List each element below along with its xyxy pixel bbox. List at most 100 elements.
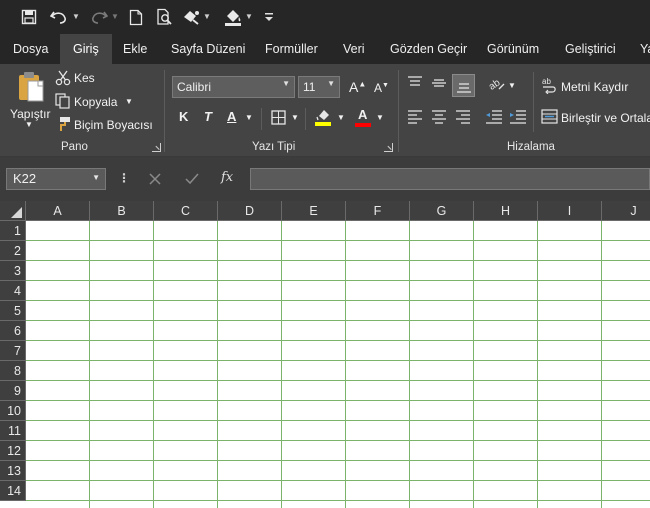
column-header[interactable]: J (602, 201, 650, 221)
column-header[interactable]: E (282, 201, 346, 221)
merge-center-button[interactable]: Birleştir ve Ortala (561, 111, 650, 125)
copy-button[interactable]: Kopyala (74, 95, 117, 109)
tab-gelistirici[interactable]: Geliştirici (565, 34, 616, 64)
decrease-indent-icon[interactable] (484, 108, 504, 126)
wrap-text-button[interactable]: Metni Kaydır (561, 80, 628, 94)
name-box-value: K22 (13, 171, 37, 186)
grow-arrow-icon: ▲ (358, 79, 367, 89)
column-header[interactable]: D (218, 201, 282, 221)
scissors-icon[interactable] (55, 70, 71, 86)
column-header[interactable]: B (90, 201, 154, 221)
new-document-icon[interactable] (126, 6, 146, 28)
tab-formuller[interactable]: Formüller (265, 34, 318, 64)
clipboard-launcher-icon[interactable] (152, 143, 161, 152)
tab-overflow[interactable]: Ya (640, 34, 650, 64)
redo-dropdown-icon[interactable]: ▼ (111, 12, 119, 21)
cell-grid[interactable] (26, 221, 650, 508)
undo-icon[interactable] (48, 6, 70, 28)
row-header[interactable]: 7 (0, 341, 26, 361)
shrink-font-button[interactable]: A▼ (374, 81, 389, 95)
row-header[interactable]: 4 (0, 281, 26, 301)
increase-indent-icon[interactable] (508, 108, 528, 126)
column-header[interactable]: F (346, 201, 410, 221)
column-header[interactable]: H (474, 201, 538, 221)
format-painter-button[interactable]: Biçim Boyacısı (74, 118, 153, 132)
align-bottom-icon[interactable] (452, 74, 475, 97)
tab-veri[interactable]: Veri (343, 34, 365, 64)
underline-button[interactable]: A (227, 109, 236, 124)
touch-dropdown-icon[interactable]: ▼ (203, 12, 211, 21)
alignment-group-label: Hizalama (507, 141, 555, 153)
borders-icon[interactable] (270, 109, 286, 125)
row-header[interactable]: 14 (0, 481, 26, 501)
grow-font-button[interactable]: A▲ (349, 79, 366, 95)
merge-center-icon[interactable] (541, 108, 558, 124)
font-color-dropdown-icon[interactable]: ▼ (376, 113, 384, 122)
font-name-select[interactable]: Calibri ▼ (172, 76, 295, 98)
column-header[interactable]: G (410, 201, 474, 221)
row-header[interactable]: 3 (0, 261, 26, 281)
grow-font-label: A (349, 79, 359, 95)
row-header[interactable]: 2 (0, 241, 26, 261)
row-header[interactable]: 1 (0, 221, 26, 241)
insert-function-button[interactable]: fx (221, 170, 233, 185)
formula-input[interactable] (250, 168, 650, 190)
select-all-button[interactable] (0, 201, 26, 221)
font-color-icon[interactable]: A (354, 107, 372, 127)
align-left-icon[interactable] (406, 108, 424, 126)
align-right-icon[interactable] (454, 108, 472, 126)
tab-giris[interactable]: Giriş (60, 34, 112, 64)
paste-icon[interactable] (14, 70, 48, 104)
undo-dropdown-icon[interactable]: ▼ (72, 12, 80, 21)
enter-icon[interactable] (184, 171, 200, 187)
save-icon[interactable] (18, 6, 40, 28)
row-header[interactable]: 9 (0, 381, 26, 401)
tab-sayfa-duzeni[interactable]: Sayfa Düzeni (171, 34, 245, 64)
tab-ekle[interactable]: Ekle (123, 34, 147, 64)
align-top-icon[interactable] (406, 74, 424, 92)
row-header[interactable]: 11 (0, 421, 26, 441)
cancel-icon[interactable] (147, 171, 163, 187)
column-header[interactable]: A (26, 201, 90, 221)
name-box[interactable]: K22 ▼ (6, 168, 106, 190)
align-center-icon[interactable] (430, 108, 448, 126)
tab-dosya[interactable]: Dosya (13, 34, 48, 64)
italic-button[interactable]: T (204, 109, 212, 124)
row-header[interactable]: 8 (0, 361, 26, 381)
copy-dropdown-icon[interactable]: ▼ (125, 97, 133, 106)
bold-button[interactable]: K (179, 109, 188, 124)
tab-gozden-gecir[interactable]: Gözden Geçir (390, 34, 467, 64)
underline-dropdown-icon[interactable]: ▼ (245, 113, 253, 122)
orientation-dropdown-icon[interactable]: ▼ (508, 81, 516, 90)
divider (533, 72, 534, 132)
paste-dropdown-icon[interactable]: ▼ (25, 120, 33, 129)
wrap-text-icon[interactable]: ab (541, 76, 557, 94)
font-group-label: Yazı Tipi (252, 141, 296, 153)
customize-qat-icon[interactable] (262, 6, 276, 28)
font-launcher-icon[interactable] (384, 143, 393, 152)
cut-button[interactable]: Kes (74, 71, 95, 85)
format-painter-icon[interactable] (55, 116, 71, 132)
borders-dropdown-icon[interactable]: ▼ (291, 113, 299, 122)
row-header[interactable]: 13 (0, 461, 26, 481)
highlight-dropdown-icon[interactable]: ▼ (337, 113, 345, 122)
fill-icon[interactable] (222, 6, 244, 28)
highlight-icon[interactable] (314, 107, 332, 127)
column-header[interactable]: C (154, 201, 218, 221)
orientation-icon[interactable]: ab (486, 74, 506, 92)
more-options-icon[interactable]: ⋮ (118, 171, 130, 185)
row-header[interactable]: 5 (0, 301, 26, 321)
font-size-select[interactable]: 11 ▼ (298, 76, 340, 98)
column-header[interactable]: I (538, 201, 602, 221)
touch-mode-icon[interactable] (180, 6, 202, 28)
print-preview-icon[interactable] (154, 6, 176, 28)
redo-icon[interactable] (88, 6, 110, 28)
copy-icon[interactable] (55, 93, 71, 109)
row-header[interactable]: 12 (0, 441, 26, 461)
align-middle-icon[interactable] (430, 74, 448, 92)
fill-dropdown-icon[interactable]: ▼ (245, 12, 253, 21)
row-header[interactable]: 10 (0, 401, 26, 421)
tab-gorunum[interactable]: Görünüm (487, 34, 539, 64)
paste-button[interactable]: Yapıştır (10, 107, 50, 121)
row-header[interactable]: 6 (0, 321, 26, 341)
